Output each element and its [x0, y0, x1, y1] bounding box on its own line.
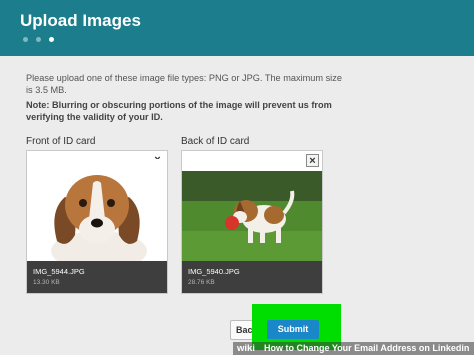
back-file-name: IMG_5940.JPG	[188, 267, 240, 276]
wikihow-caption: How to Change Your Email Address on Link…	[264, 343, 470, 353]
submit-button[interactable]: Submit	[267, 320, 319, 339]
back-id-label: Back of ID card	[181, 136, 250, 147]
back-id-upload-card: × IMG_5940.JPG 28.76 KB	[181, 150, 323, 294]
step-dot-2	[36, 37, 41, 42]
front-id-label: Front of ID card	[26, 136, 96, 147]
front-id-image-dog	[27, 159, 167, 263]
wikihow-logo: wiki	[237, 343, 255, 354]
front-file-info-bar: IMG_5944.JPG 13.30 KB	[27, 261, 167, 293]
front-file-size: 13.30 KB	[33, 279, 60, 286]
front-id-upload-card: × IMG_5944.JPG 13.30 KB	[26, 150, 168, 294]
back-file-size: 28.76 KB	[188, 279, 215, 286]
modal-header: Upload Images	[0, 0, 474, 56]
front-file-name: IMG_5944.JPG	[33, 267, 85, 276]
upload-instructions: Please upload one of these image file ty…	[26, 73, 342, 95]
back-file-info-bar: IMG_5940.JPG 28.76 KB	[182, 261, 322, 293]
step-dot-3-active	[49, 37, 54, 42]
blur-warning-note: Note: Blurring or obscuring portions of …	[26, 100, 332, 122]
modal-title: Upload Images	[20, 11, 141, 30]
remove-back-image-close-icon[interactable]: ×	[306, 154, 319, 167]
step-dot-1	[23, 37, 28, 42]
back-id-image-dog-with-ball	[182, 171, 322, 263]
wikihow-watermark-bar: wiki How to Change Your Email Address on…	[233, 342, 474, 355]
